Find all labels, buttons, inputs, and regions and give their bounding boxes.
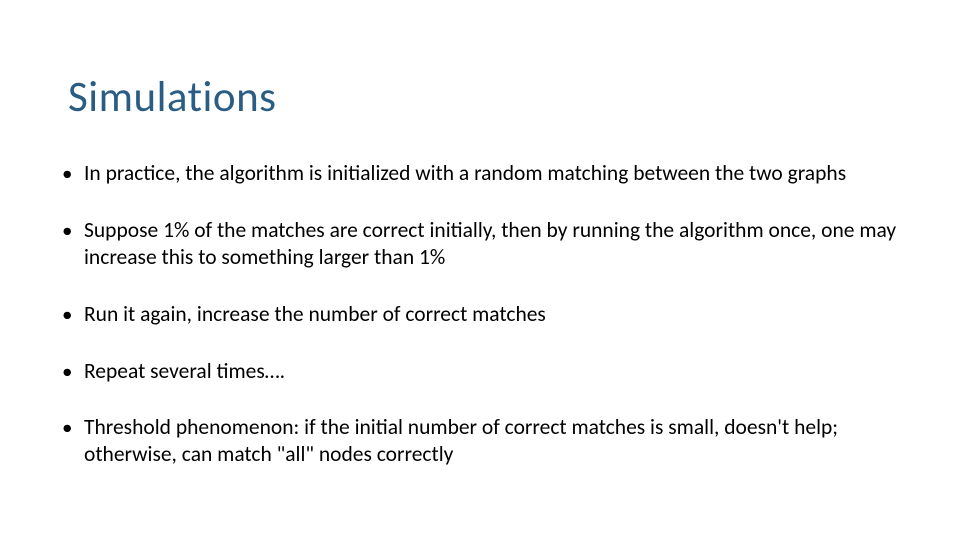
bullet-list: In practice, the algorithm is initialize… bbox=[58, 160, 920, 468]
slide: Simulations In practice, the algorithm i… bbox=[0, 0, 960, 540]
slide-body: In practice, the algorithm is initialize… bbox=[58, 160, 920, 498]
bullet-item: Threshold phenomenon: if the initial num… bbox=[58, 414, 920, 468]
bullet-item: Repeat several times…. bbox=[58, 358, 920, 385]
bullet-item: Suppose 1% of the matches are correct in… bbox=[58, 217, 920, 271]
bullet-item: In practice, the algorithm is initialize… bbox=[58, 160, 920, 187]
slide-title: Simulations bbox=[68, 70, 277, 123]
bullet-item: Run it again, increase the number of cor… bbox=[58, 301, 920, 328]
